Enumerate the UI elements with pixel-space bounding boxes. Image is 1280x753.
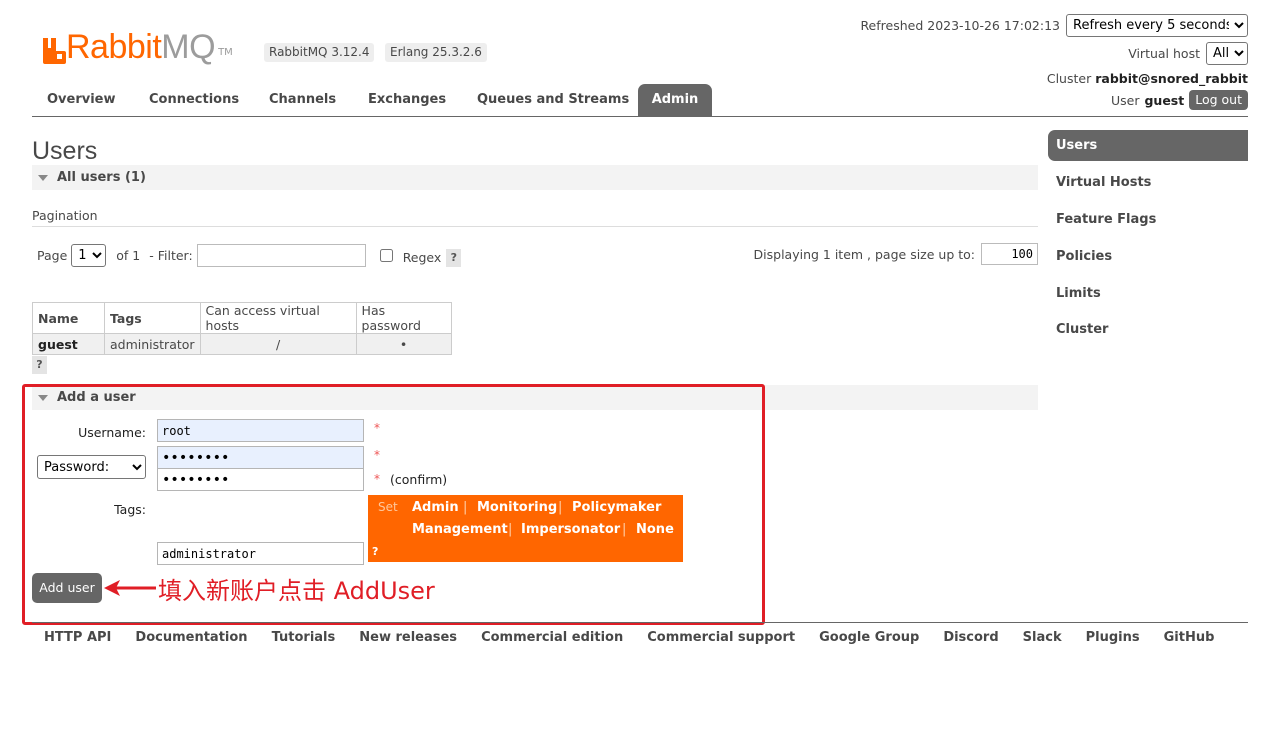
- footer-link-google-group[interactable]: Google Group: [807, 630, 931, 645]
- all-users-section-header[interactable]: All users (1): [32, 165, 1038, 190]
- regex-checkbox[interactable]: [379, 249, 393, 262]
- regex-help-button[interactable]: ?: [446, 248, 462, 267]
- page-of-label: of 1: [116, 248, 141, 263]
- side-nav-cluster[interactable]: Cluster: [1048, 314, 1248, 345]
- footer-link-slack[interactable]: Slack: [1011, 630, 1074, 645]
- refresh-status: Refreshed 2023-10-26 17:02:13 Refresh ev…: [860, 14, 1248, 37]
- tab-exchanges[interactable]: Exchanges: [353, 84, 461, 116]
- user-password-cell: •: [355, 333, 452, 355]
- user-name-link[interactable]: guest: [32, 333, 105, 355]
- collapse-triangle-icon: [38, 174, 48, 181]
- side-nav-policies[interactable]: Policies: [1048, 241, 1248, 272]
- pagination-label: Pagination: [32, 208, 98, 223]
- filter-input[interactable]: [196, 244, 366, 267]
- footer-link-new-releases[interactable]: New releases: [347, 630, 469, 645]
- col-tags[interactable]: Tags: [104, 302, 201, 334]
- side-nav-virtual-hosts[interactable]: Virtual Hosts: [1048, 167, 1248, 198]
- page-size-input[interactable]: [981, 243, 1038, 265]
- footer-links: HTTP API Documentation Tutorials New rel…: [32, 630, 1226, 645]
- main-tabs: Overview Connections Channels Exchanges …: [32, 84, 1248, 117]
- annotation-arrow-icon: [104, 580, 156, 596]
- page-title: Users: [32, 137, 98, 165]
- page-label: Page: [37, 248, 68, 263]
- regex-label: Regex: [402, 250, 442, 265]
- footer-link-commercial-support[interactable]: Commercial support: [635, 630, 807, 645]
- version-badge: RabbitMQ 3.12.4: [264, 43, 375, 62]
- side-nav-users[interactable]: Users: [1048, 130, 1248, 161]
- rabbit-logo-icon: [43, 38, 66, 64]
- col-vhosts: Can access virtual hosts: [199, 302, 357, 334]
- logo-rabbit-text: Rabbit: [66, 28, 162, 66]
- refreshed-timestamp: Refreshed 2023-10-26 17:02:13: [860, 18, 1060, 33]
- table-row: guest administrator / •: [32, 333, 452, 355]
- user-vhosts-cell: /: [199, 333, 357, 355]
- page-select[interactable]: 1: [71, 244, 107, 267]
- filter-label: - Filter:: [149, 248, 193, 263]
- user-tags-cell: administrator: [104, 333, 201, 355]
- footer-link-commercial-edition[interactable]: Commercial edition: [469, 630, 635, 645]
- col-name[interactable]: Name: [32, 302, 105, 334]
- pagination-divider: [32, 226, 1038, 227]
- all-users-title: All users (1): [57, 170, 146, 185]
- logo-tm-text: TM: [218, 47, 233, 58]
- footer-link-tutorials[interactable]: Tutorials: [260, 630, 348, 645]
- table-help-button[interactable]: ?: [32, 356, 47, 374]
- refresh-interval-select[interactable]: Refresh every 5 seconds: [1066, 14, 1248, 37]
- col-has-password: Has password: [355, 302, 452, 334]
- footer-link-plugins[interactable]: Plugins: [1074, 630, 1152, 645]
- footer-divider: [32, 622, 1248, 623]
- footer-link-discord[interactable]: Discord: [931, 630, 1010, 645]
- side-nav-limits[interactable]: Limits: [1048, 278, 1248, 309]
- side-nav-feature-flags[interactable]: Feature Flags: [1048, 204, 1248, 235]
- tab-admin[interactable]: Admin: [638, 84, 712, 116]
- virtual-host-selector: Virtual host All: [1128, 42, 1248, 65]
- footer-link-documentation[interactable]: Documentation: [123, 630, 259, 645]
- footer-link-http-api[interactable]: HTTP API: [32, 630, 123, 645]
- page-size-control: Displaying 1 item , page size up to:: [754, 243, 1038, 265]
- tab-channels[interactable]: Channels: [254, 84, 351, 116]
- vhost-label: Virtual host: [1128, 46, 1200, 61]
- annotation-text: 填入新账户点击 AddUser: [158, 577, 435, 605]
- users-table: Name Tags Can access virtual hosts Has p…: [32, 302, 452, 355]
- tab-overview[interactable]: Overview: [32, 84, 131, 116]
- users-table-header: Name Tags Can access virtual hosts Has p…: [32, 302, 452, 334]
- erlang-badge: Erlang 25.3.2.6: [385, 43, 487, 62]
- pagination-controls: Page 1 of 1 - Filter: Regex ?: [37, 244, 462, 267]
- logo-mq-text: MQ: [161, 28, 216, 66]
- display-count-label: Displaying 1 item , page size up to:: [753, 246, 975, 262]
- vhost-select[interactable]: All: [1206, 42, 1248, 65]
- tab-connections[interactable]: Connections: [134, 84, 254, 116]
- rabbitmq-logo: Rabbit MQ TM: [42, 24, 233, 64]
- footer-link-github[interactable]: GitHub: [1152, 630, 1227, 645]
- tab-queues-and-streams[interactable]: Queues and Streams: [462, 84, 644, 116]
